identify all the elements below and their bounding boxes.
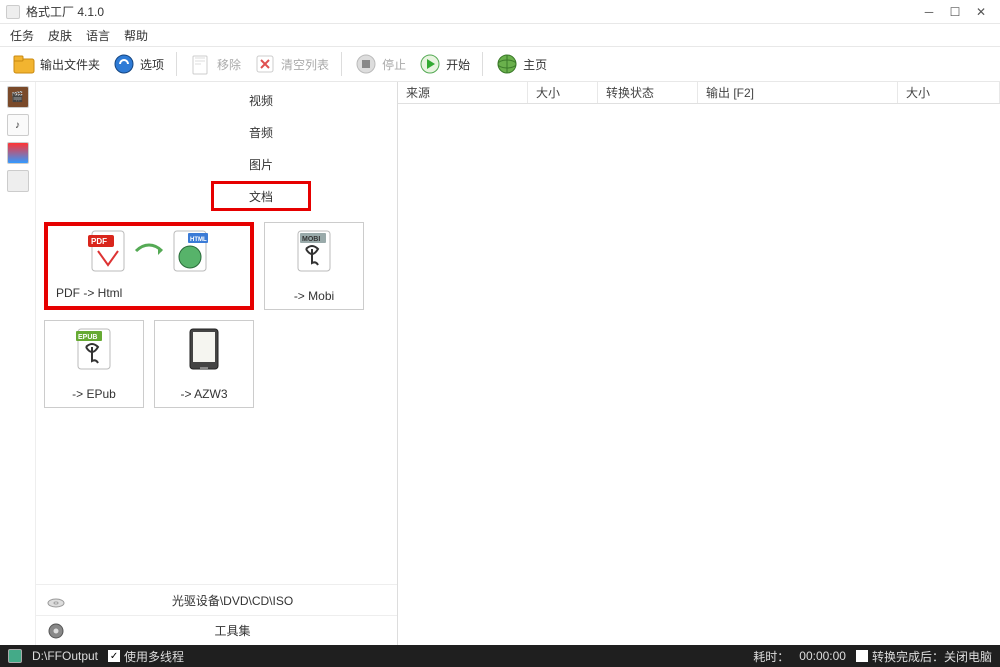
menu-skin[interactable]: 皮肤 bbox=[48, 27, 72, 44]
tile-label: PDF -> Html bbox=[48, 286, 250, 300]
stop-button[interactable]: 停止 bbox=[350, 50, 410, 78]
homepage-label: 主页 bbox=[523, 56, 547, 73]
gear-icon bbox=[46, 621, 66, 641]
tile-pdf-to-html[interactable]: PDF HTML PDF -> Html bbox=[44, 222, 254, 310]
category-video[interactable]: 视频 bbox=[211, 85, 311, 115]
remove-button[interactable]: 移除 bbox=[185, 50, 245, 78]
checkbox-icon bbox=[856, 650, 868, 662]
after-convert-toggle[interactable]: 转换完成后：关闭电脑 bbox=[856, 648, 992, 665]
clearlist-button[interactable]: 清空列表 bbox=[249, 50, 333, 78]
image-strip-icon[interactable] bbox=[7, 142, 29, 164]
tile-label: -> EPub bbox=[45, 387, 143, 401]
pdf-to-html-icon: PDF HTML bbox=[74, 229, 224, 273]
separator bbox=[482, 52, 483, 76]
window-title: 格式工厂 4.1.0 bbox=[26, 3, 104, 20]
toolbar: 输出文件夹 选项 移除 清空列表 停止 开始 主页 bbox=[0, 46, 1000, 82]
folder-status-icon[interactable] bbox=[8, 649, 22, 663]
folder-icon bbox=[12, 52, 36, 76]
disc-icon bbox=[46, 590, 66, 610]
menu-bar: 任务 皮肤 语言 帮助 bbox=[0, 24, 1000, 46]
status-bar: D:\FFOutput ✓ 使用多线程 耗时： 00:00:00 转换完成后：关… bbox=[0, 645, 1000, 667]
col-size[interactable]: 大小 bbox=[528, 82, 598, 103]
tile-label: -> AZW3 bbox=[155, 387, 253, 401]
elapsed-label: 耗时： bbox=[753, 648, 789, 665]
left-panel: 视频 音频 图片 文档 PDF HTML PDF -> Html MOBI bbox=[36, 82, 398, 645]
options-button[interactable]: 选项 bbox=[108, 50, 168, 78]
optical-label: 光驱设备\DVD\CD\ISO bbox=[78, 592, 387, 609]
after-convert-label: 转换完成后：关闭电脑 bbox=[872, 648, 992, 665]
multithread-toggle[interactable]: ✓ 使用多线程 bbox=[108, 648, 184, 665]
tile-epub[interactable]: EPUB -> EPub bbox=[44, 320, 144, 408]
audio-strip-icon[interactable]: ♪ bbox=[7, 114, 29, 136]
optical-row[interactable]: 光驱设备\DVD\CD\ISO bbox=[36, 585, 397, 615]
elapsed-value: 00:00:00 bbox=[799, 649, 846, 663]
video-strip-icon[interactable]: 🎬 bbox=[7, 86, 29, 108]
tiles-area: PDF HTML PDF -> Html MOBI -> Mobi EPUB -… bbox=[36, 212, 397, 418]
left-bottom: 光驱设备\DVD\CD\ISO 工具集 bbox=[36, 584, 397, 645]
separator bbox=[341, 52, 342, 76]
remove-icon bbox=[189, 52, 213, 76]
right-panel: 来源 大小 转换状态 输出 [F2] 大小 bbox=[398, 82, 1000, 645]
multithread-label: 使用多线程 bbox=[124, 648, 184, 665]
category-column: 视频 音频 图片 文档 bbox=[146, 82, 376, 212]
menu-task[interactable]: 任务 bbox=[10, 27, 34, 44]
checkbox-icon: ✓ bbox=[108, 650, 120, 662]
maximize-button[interactable]: ☐ bbox=[942, 2, 968, 22]
homepage-button[interactable]: 主页 bbox=[491, 50, 551, 78]
app-icon bbox=[6, 5, 20, 19]
clearlist-label: 清空列表 bbox=[281, 56, 329, 73]
start-button[interactable]: 开始 bbox=[414, 50, 474, 78]
stop-label: 停止 bbox=[382, 56, 406, 73]
remove-label: 移除 bbox=[217, 56, 241, 73]
title-bar: 格式工厂 4.1.0 ─ ☐ ✕ bbox=[0, 0, 1000, 24]
menu-help[interactable]: 帮助 bbox=[124, 27, 148, 44]
separator bbox=[176, 52, 177, 76]
col-source[interactable]: 来源 bbox=[398, 82, 528, 103]
epub-icon: EPUB bbox=[72, 327, 116, 371]
svg-text:MOBI: MOBI bbox=[302, 236, 320, 243]
tile-mobi[interactable]: MOBI -> Mobi bbox=[264, 222, 364, 310]
list-header: 来源 大小 转换状态 输出 [F2] 大小 bbox=[398, 82, 1000, 104]
svg-text:HTML: HTML bbox=[190, 237, 207, 243]
options-label: 选项 bbox=[140, 56, 164, 73]
col-size2[interactable]: 大小 bbox=[898, 82, 1000, 103]
mobi-icon: MOBI bbox=[292, 229, 336, 273]
category-document[interactable]: 文档 bbox=[211, 181, 311, 211]
document-strip-icon[interactable] bbox=[7, 170, 29, 192]
main-area: 🎬 ♪ 视频 音频 图片 文档 PDF HTML PDF -> Html bbox=[0, 82, 1000, 645]
options-icon bbox=[112, 52, 136, 76]
toolset-row[interactable]: 工具集 bbox=[36, 615, 397, 645]
tile-label: -> Mobi bbox=[265, 289, 363, 303]
svg-text:PDF: PDF bbox=[91, 237, 107, 246]
col-output[interactable]: 输出 [F2] bbox=[698, 82, 898, 103]
clear-icon bbox=[253, 52, 277, 76]
tile-azw3[interactable]: -> AZW3 bbox=[154, 320, 254, 408]
minimize-button[interactable]: ─ bbox=[916, 2, 942, 22]
toolset-label: 工具集 bbox=[78, 622, 387, 639]
stop-icon bbox=[354, 52, 378, 76]
output-folder-label: 输出文件夹 bbox=[40, 56, 100, 73]
icon-strip: 🎬 ♪ bbox=[0, 82, 36, 645]
start-label: 开始 bbox=[446, 56, 470, 73]
list-body[interactable] bbox=[398, 104, 1000, 645]
col-status[interactable]: 转换状态 bbox=[598, 82, 698, 103]
start-icon bbox=[418, 52, 442, 76]
close-button[interactable]: ✕ bbox=[968, 2, 994, 22]
menu-language[interactable]: 语言 bbox=[86, 27, 110, 44]
svg-text:EPUB: EPUB bbox=[78, 334, 97, 341]
category-audio[interactable]: 音频 bbox=[211, 117, 311, 147]
category-image[interactable]: 图片 bbox=[211, 149, 311, 179]
azw3-icon bbox=[182, 327, 226, 371]
globe-icon bbox=[495, 52, 519, 76]
output-path[interactable]: D:\FFOutput bbox=[32, 649, 98, 663]
output-folder-button[interactable]: 输出文件夹 bbox=[8, 50, 104, 78]
